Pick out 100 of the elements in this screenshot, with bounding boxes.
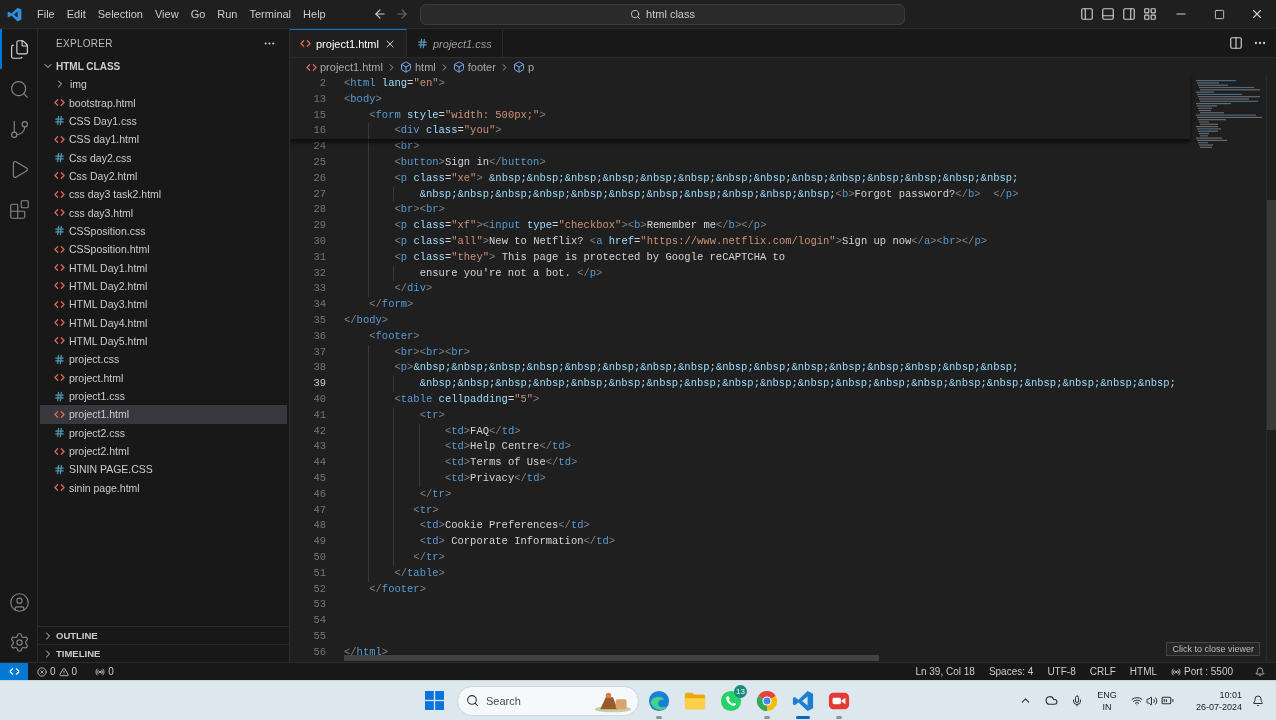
menu-item[interactable]: View	[148, 5, 185, 23]
code-line: <body>	[344, 91, 382, 107]
breadcrumb-item[interactable]: footer	[452, 61, 496, 73]
wifi-icon	[1130, 694, 1143, 707]
problems-button[interactable]: 0 0	[32, 663, 83, 680]
line-number: 13	[312, 91, 326, 107]
folder-item[interactable]: img	[40, 75, 287, 94]
line-number: 37	[312, 344, 326, 360]
tree-item[interactable]: css day3.html	[40, 203, 287, 222]
status-item[interactable]: Ln 39, Col 18	[910, 663, 980, 680]
tree-item[interactable]: project.html	[40, 368, 287, 387]
section-header[interactable]: OUTLINE	[38, 626, 289, 644]
folder-header[interactable]: HTML CLASS	[38, 57, 289, 75]
clock-button[interactable]: 10:01 26-07-2024	[1180, 684, 1246, 717]
taskbar-app-button[interactable]: 13	[713, 681, 749, 720]
tree-item[interactable]: CSSposition.html	[40, 240, 287, 259]
bell-icon	[1252, 694, 1264, 707]
code-brackets-icon	[54, 445, 65, 457]
status-item[interactable]: CRLF	[1084, 663, 1121, 680]
line-number: 15	[312, 107, 326, 123]
code-line: <td>Privacy</td>	[444, 470, 546, 486]
code-line: <td> Corporate Information</td>	[419, 534, 616, 550]
line-number: 46	[312, 486, 326, 502]
tree-item[interactable]: project2.css	[40, 423, 287, 442]
panel-right-icon	[1121, 7, 1136, 21]
status-item[interactable]: Spaces: 4	[983, 663, 1039, 680]
menu-item[interactable]: Edit	[60, 5, 92, 23]
line-number: 54	[312, 613, 326, 629]
horizontal-scrollbar-thumb[interactable]	[344, 655, 879, 661]
line-number: 47	[312, 502, 326, 518]
line-number: 25	[312, 155, 326, 170]
tree-item[interactable]: project1.css	[40, 386, 287, 406]
tree-item[interactable]: sinin page.html	[40, 478, 287, 497]
speaker-icon	[1145, 694, 1158, 707]
viewer-hint: Click to close viewer	[1166, 642, 1260, 656]
tree-item[interactable]: project2.html	[40, 441, 287, 461]
tree-item[interactable]: css day3 task2.html	[40, 185, 287, 204]
line-number: 53	[312, 597, 326, 613]
tree-item[interactable]: project.css	[40, 350, 287, 369]
code-brackets-icon	[54, 298, 65, 310]
tree-item[interactable]: Css day2.css	[40, 148, 287, 167]
tree-item[interactable]: HTML Day3.html	[40, 295, 287, 314]
code-line: </tr>	[419, 486, 452, 502]
hash-icon	[54, 225, 65, 237]
breadcrumb-item[interactable]: html	[400, 61, 436, 73]
code-line: <p class="all">New to Netflix? <a href="https://www.netflix.com/login">Sign up now</a><br></p>	[394, 233, 987, 249]
line-number: 38	[312, 360, 326, 376]
menu-item[interactable]: Terminal	[243, 5, 298, 23]
sidebar-title: EXPLORER	[56, 37, 113, 49]
tree-item[interactable]: HTML Day5.html	[40, 331, 287, 351]
code-brackets-icon	[54, 372, 65, 384]
scrollbar-thumb[interactable]	[1267, 200, 1276, 430]
cube-icon	[452, 61, 465, 73]
tree-item[interactable]: Css Day2.html	[40, 166, 287, 186]
search-field[interactable]: Search	[457, 685, 639, 716]
menu-item[interactable]: Selection	[91, 5, 149, 23]
status-item[interactable]: HTML	[1124, 663, 1163, 680]
windows-logo-icon	[424, 691, 444, 710]
code-brackets-icon	[54, 317, 65, 329]
code-line: <br><br>	[394, 202, 445, 218]
hash-icon	[54, 427, 65, 439]
line-number: 29	[312, 218, 326, 234]
command-center[interactable]: html class	[420, 3, 905, 25]
menu-item[interactable]: Go	[184, 5, 212, 23]
hash-icon	[54, 463, 65, 475]
tree-item[interactable]: CSS Day1.css	[40, 111, 287, 131]
breadcrumb-item[interactable]: project1.html	[306, 61, 383, 73]
search-icon	[630, 8, 642, 20]
remote-button[interactable]	[0, 663, 28, 680]
port-button[interactable]: Port : 5500	[1166, 663, 1238, 680]
panel-bottom-icon	[1100, 7, 1115, 21]
code-line: &nbsp;&nbsp;&nbsp;&nbsp;&nbsp;&nbsp;&nbsp;&nbsp;&nbsp;&nbsp;&nbsp;&nbsp;&nbsp;&nbsp;&nbsp;&nbsp;&nbsp;&nbsp;&nbsp;&nbsp;	[419, 376, 1176, 392]
menu-item[interactable]: File	[31, 5, 61, 23]
blocks-icon	[9, 198, 30, 220]
line-number: 40	[312, 391, 326, 407]
tree-item[interactable]: project1.html	[40, 405, 287, 424]
chrome-browser-icon	[756, 689, 778, 712]
code-line: </html>	[344, 644, 389, 660]
tree-item[interactable]: bootstrap.html	[40, 93, 287, 112]
input-language-button[interactable]: ENG IN	[1090, 684, 1124, 717]
editor-tab[interactable]: project1.html	[290, 29, 407, 57]
status-item[interactable]: UTF-8	[1042, 663, 1081, 680]
code-line: <br>	[394, 139, 420, 155]
menu-item[interactable]: Run	[211, 5, 244, 23]
clock-date: 26-07-2024	[1195, 700, 1242, 713]
search-icon	[9, 78, 30, 100]
ports-button[interactable]: 0	[90, 663, 119, 680]
tree-item[interactable]: SININ PAGE.CSS	[40, 460, 287, 479]
tree-item[interactable]: CSSposition.css	[40, 221, 287, 241]
code-line: </form>	[369, 297, 414, 313]
code-line: <tr>	[413, 502, 439, 518]
hash-icon	[54, 353, 65, 365]
tree-item[interactable]: HTML Day1.html	[40, 258, 287, 277]
tree-item[interactable]: HTML Day2.html	[40, 276, 287, 296]
menu-item[interactable]: Help	[297, 5, 332, 23]
code-brackets-icon	[54, 207, 65, 219]
tree-item[interactable]: HTML Day4.html	[40, 313, 287, 332]
tree-item[interactable]: CSS day1.html	[40, 130, 287, 149]
line-number: 50	[312, 549, 326, 565]
breadcrumb-item[interactable]: p	[512, 61, 535, 73]
